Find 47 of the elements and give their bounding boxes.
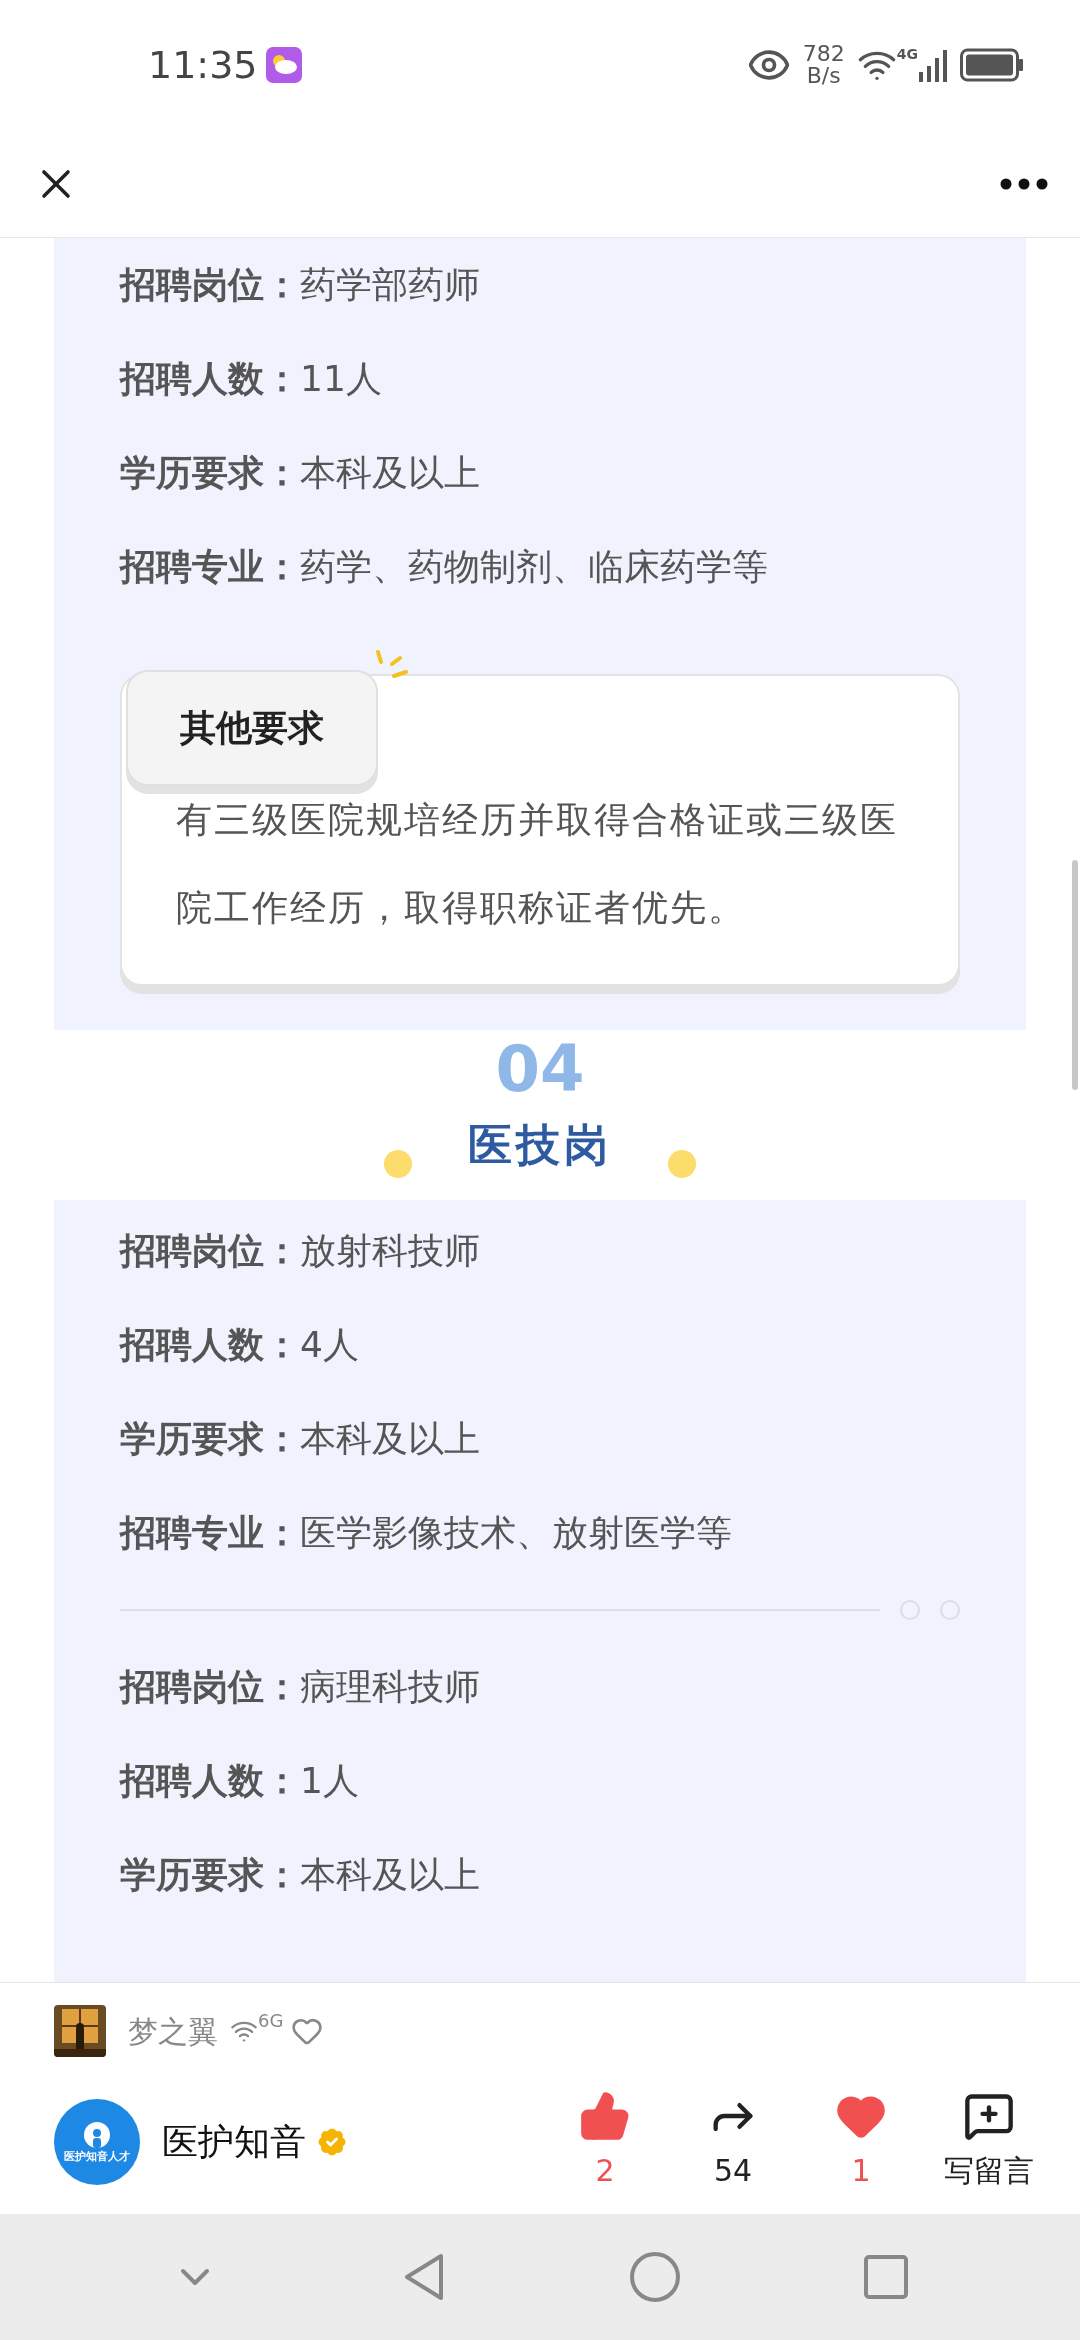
section-number: 04 xyxy=(495,1034,585,1104)
network-type: 6G xyxy=(258,2009,284,2033)
field-label: 学历要求： xyxy=(120,451,300,495)
battery-icon xyxy=(960,48,1024,82)
field-label: 学历要求： xyxy=(120,1853,300,1897)
field-label: 招聘专业： xyxy=(120,545,300,589)
more-icon xyxy=(1000,177,1048,190)
account-name: 医护知音 xyxy=(162,2119,306,2164)
network-type: 4G xyxy=(896,45,918,64)
field-label: 学历要求： xyxy=(120,1417,300,1461)
status-time: 11:35 xyxy=(148,41,258,89)
listener-name: 梦之翼 xyxy=(128,2012,218,2051)
field-value: 11人 xyxy=(300,357,382,401)
field-label: 招聘岗位： xyxy=(120,1229,300,1273)
section-title: 医技岗 xyxy=(468,1118,612,1172)
field-value: 4人 xyxy=(300,1323,359,1367)
field-value: 放射科技师 xyxy=(300,1229,480,1273)
field-value: 本科及以上 xyxy=(300,1853,480,1897)
home-icon xyxy=(629,2251,681,2303)
net-speed: 782 B/s xyxy=(802,43,845,87)
recents-icon xyxy=(863,2254,909,2300)
field-label: 招聘人数： xyxy=(120,1323,300,1367)
field-value: 病理科技师 xyxy=(300,1665,480,1709)
requirements-text: 有三级医院规培经历并取得合格证或三级医院工作经历，取得职称证者优先。 xyxy=(176,798,899,930)
recents-button[interactable] xyxy=(863,2254,909,2300)
like-button[interactable]: 2 xyxy=(556,2090,654,2193)
share-button[interactable]: 54 xyxy=(684,2090,782,2193)
field-value: 药学部药师 xyxy=(300,263,480,307)
field-value: 药学、药物制剂、临床药学等 xyxy=(300,545,768,589)
field-value: 本科及以上 xyxy=(300,451,480,495)
home-button[interactable] xyxy=(629,2251,681,2303)
ring-icon xyxy=(940,1600,960,1620)
account-logo: 医护知音人才 xyxy=(54,2098,140,2185)
field-value: 医学影像技术、放射医学等 xyxy=(300,1511,732,1555)
signal-icon xyxy=(918,48,948,82)
field-label: 招聘岗位： xyxy=(120,263,300,307)
field-label: 招聘人数： xyxy=(120,357,300,401)
field-label: 招聘人数： xyxy=(120,1759,300,1803)
more-button[interactable] xyxy=(1000,177,1048,190)
field-label: 招聘专业： xyxy=(120,1511,300,1555)
weather-app-icon xyxy=(265,47,302,83)
ring-icon xyxy=(900,1600,920,1620)
field-value: 本科及以上 xyxy=(300,1417,480,1461)
comment-button[interactable]: 写留言 xyxy=(940,2090,1038,2193)
field-value: 1人 xyxy=(300,1759,359,1803)
field-label: 招聘岗位： xyxy=(120,1665,300,1709)
heart-button[interactable]: 1 xyxy=(812,2090,910,2193)
